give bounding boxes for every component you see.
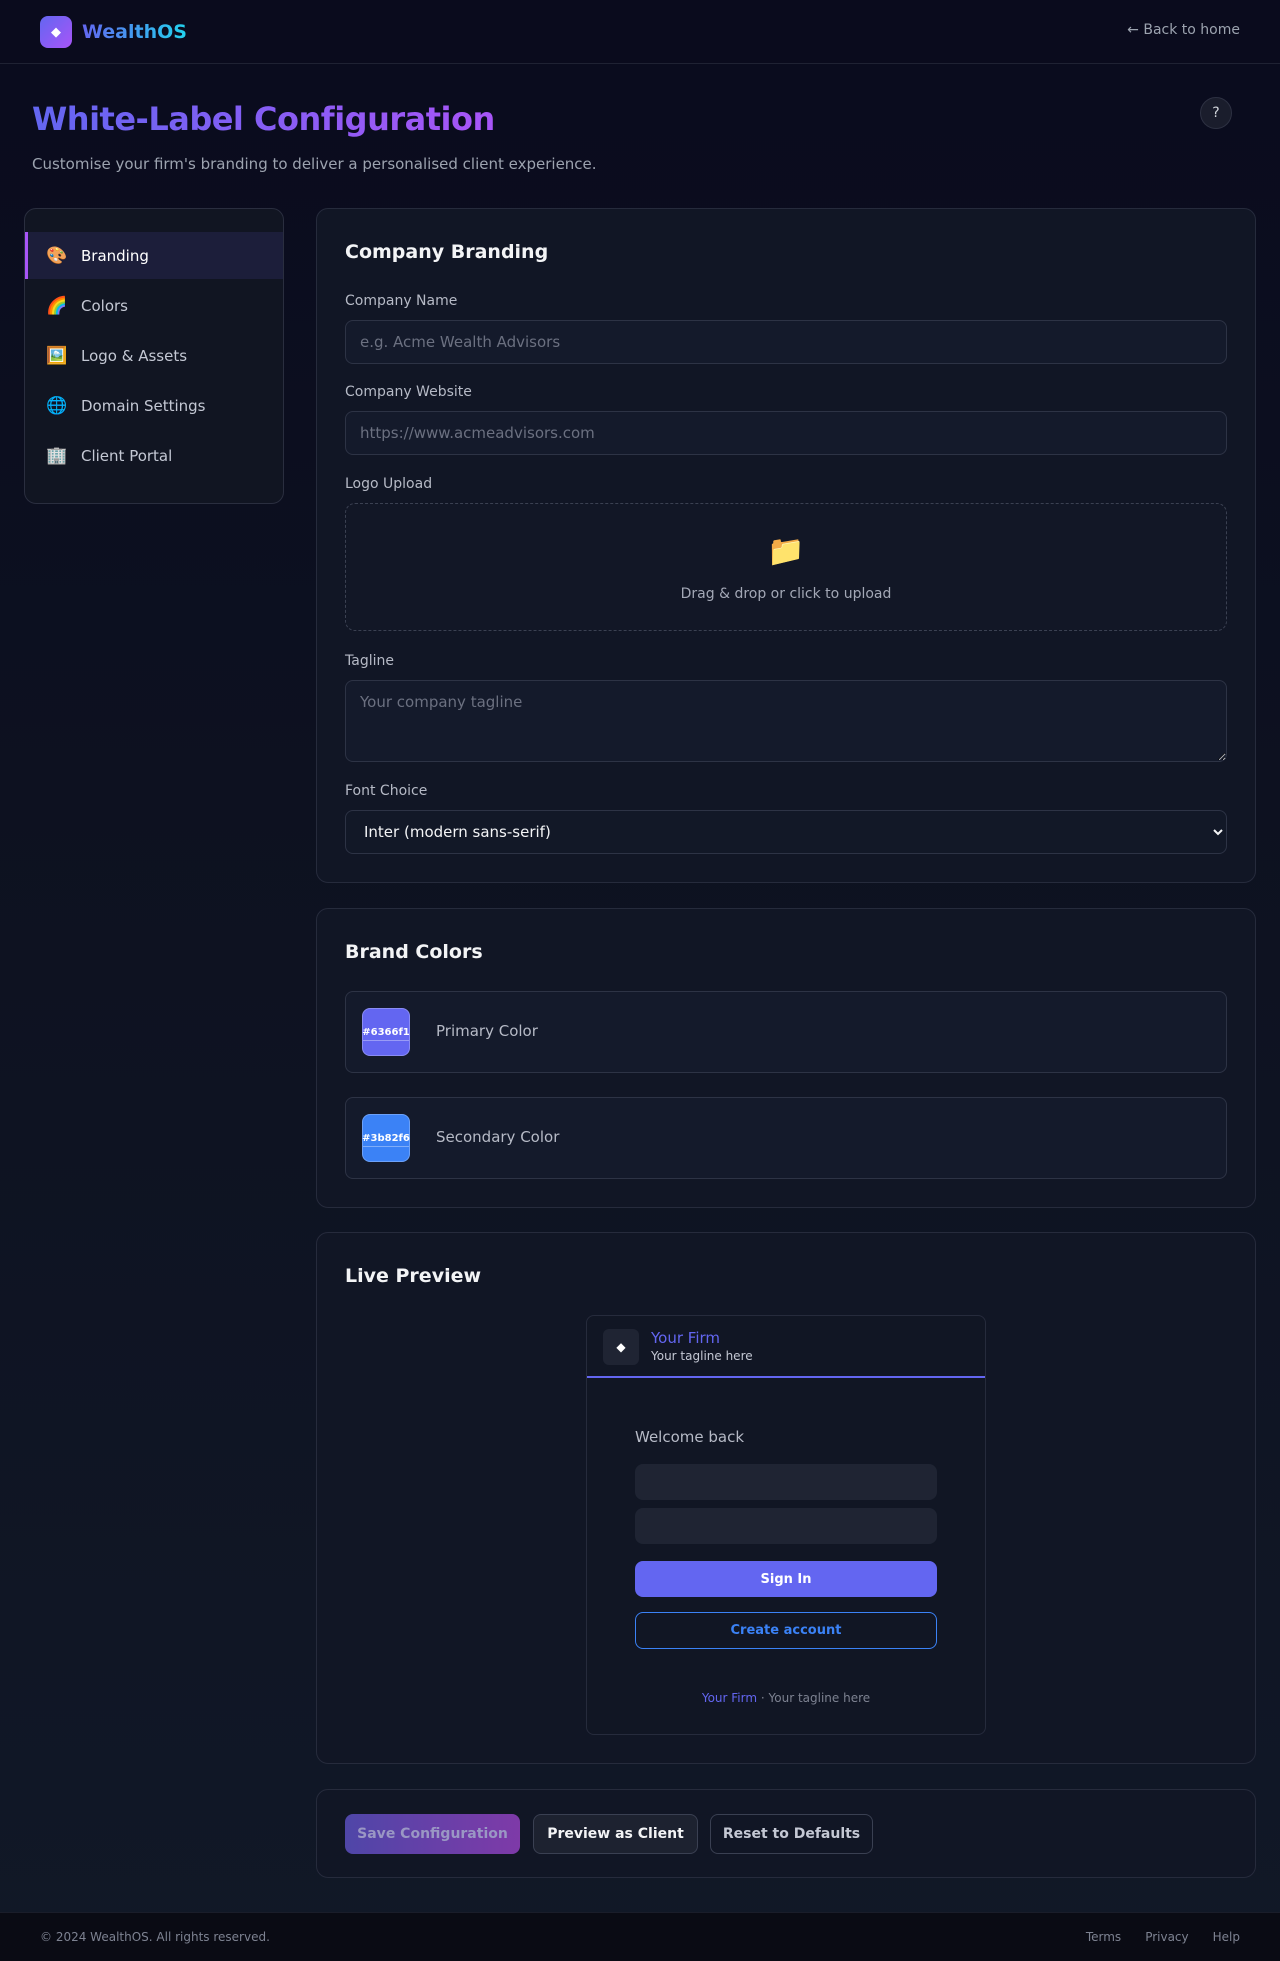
help-button[interactable]: ? <box>1200 97 1232 129</box>
preview-header: ◆ Your Firm Your tagline here <box>587 1316 985 1378</box>
preview-welcome-text: Welcome back <box>635 1428 745 1446</box>
preview-firm-name: Your Firm <box>651 1329 721 1347</box>
preview-create-account-button: Create account <box>635 1612 937 1649</box>
office-building-icon: 🏢 <box>46 445 68 466</box>
brand-colors-card: Brand Colors #6366f1 Primary Color #3b82… <box>316 908 1256 1208</box>
save-configuration-button[interactable]: Save Configuration <box>345 1814 520 1854</box>
preview-username-input <box>635 1464 937 1500</box>
preview-as-client-button[interactable]: Preview as Client <box>533 1814 698 1854</box>
sidebar-item-logo-assets[interactable]: 🖼️ Logo & Assets <box>25 332 283 379</box>
footer-link-help[interactable]: Help <box>1213 1930 1240 1944</box>
logo-dropzone[interactable]: 📁 Drag & drop or click to upload <box>345 503 1227 631</box>
primary-color-row: #6366f1 Primary Color <box>345 991 1227 1073</box>
preview-footer: Your Firm · Your tagline here <box>587 1691 985 1705</box>
rainbow-icon: 🌈 <box>46 295 68 316</box>
card-title: Company Branding <box>345 241 549 263</box>
page-title: White-Label Configuration <box>32 100 495 138</box>
footer-link-privacy[interactable]: Privacy <box>1145 1930 1188 1944</box>
diamond-logo-icon: ◆ <box>40 16 72 48</box>
secondary-color-label: Secondary Color <box>436 1128 560 1146</box>
actions-card: Save Configuration Preview as Client Res… <box>316 1789 1256 1878</box>
dropzone-text: Drag & drop or click to upload <box>680 586 892 602</box>
preview-sign-in-button: Sign In <box>635 1561 937 1597</box>
live-preview-card: Live Preview ◆ Your Firm Your tagline he… <box>316 1232 1256 1764</box>
client-portal-preview: ◆ Your Firm Your tagline here Welcome ba… <box>586 1315 986 1735</box>
primary-color-hex: #6366f1 <box>362 1026 410 1038</box>
copyright-text: © 2024 WealthOS. All rights reserved. <box>40 1930 270 1944</box>
sidebar-item-label: Branding <box>81 246 149 265</box>
preview-footer-tagline: Your tagline here <box>768 1691 871 1705</box>
sidebar-item-label: Logo & Assets <box>81 346 188 365</box>
tagline-textarea[interactable] <box>345 680 1227 762</box>
logo-upload-label: Logo Upload <box>345 476 433 492</box>
brand[interactable]: ◆ WealthOS <box>40 16 187 48</box>
company-website-label: Company Website <box>345 384 472 400</box>
tagline-label: Tagline <box>345 653 394 669</box>
back-to-home-link[interactable]: ← Back to home <box>1127 22 1240 38</box>
brand-name: WealthOS <box>82 21 187 43</box>
folder-icon: 📁 <box>767 534 805 569</box>
secondary-color-row: #3b82f6 Secondary Color <box>345 1097 1227 1179</box>
settings-sidebar: 🎨 Branding 🌈 Colors 🖼️ Logo & Assets 🌐 D… <box>24 208 284 504</box>
sidebar-item-client-portal[interactable]: 🏢 Client Portal <box>25 432 283 479</box>
company-name-label: Company Name <box>345 293 458 309</box>
secondary-color-swatch[interactable]: #3b82f6 <box>362 1114 410 1162</box>
company-branding-card: Company Branding Company Name Company We… <box>316 208 1256 883</box>
sidebar-item-label: Colors <box>81 296 128 315</box>
primary-color-label: Primary Color <box>436 1022 538 1040</box>
card-title: Live Preview <box>345 1265 482 1287</box>
font-choice-select[interactable]: Inter (modern sans-serif) <box>345 810 1227 854</box>
sidebar-item-domain-settings[interactable]: 🌐 Domain Settings <box>25 382 283 429</box>
sidebar-item-branding[interactable]: 🎨 Branding <box>25 232 283 279</box>
preview-password-input <box>635 1508 937 1544</box>
secondary-color-hex: #3b82f6 <box>362 1132 410 1144</box>
preview-tagline: Your tagline here <box>651 1349 753 1363</box>
company-name-input[interactable] <box>345 320 1227 364</box>
reset-to-defaults-button[interactable]: Reset to Defaults <box>710 1814 873 1854</box>
sidebar-item-label: Domain Settings <box>81 396 206 415</box>
preview-footer-firm: Your Firm <box>701 1691 758 1705</box>
footer-links: Terms Privacy Help <box>1086 1930 1240 1944</box>
page-footer: © 2024 WealthOS. All rights reserved. Te… <box>0 1912 1280 1961</box>
footer-link-terms[interactable]: Terms <box>1086 1930 1121 1944</box>
globe-icon: 🌐 <box>46 395 68 416</box>
preview-footer-separator: · <box>757 1691 769 1705</box>
primary-color-swatch[interactable]: #6366f1 <box>362 1008 410 1056</box>
picture-icon: 🖼️ <box>46 345 68 366</box>
sidebar-item-colors[interactable]: 🌈 Colors <box>25 282 283 329</box>
palette-icon: 🎨 <box>46 245 68 266</box>
company-website-input[interactable] <box>345 411 1227 455</box>
sidebar-item-label: Client Portal <box>81 446 173 465</box>
diamond-logo-icon: ◆ <box>603 1329 639 1365</box>
top-bar: ◆ WealthOS ← Back to home <box>0 0 1280 64</box>
font-choice-label: Font Choice <box>345 783 428 799</box>
page-subtitle: Customise your firm's branding to delive… <box>32 155 597 173</box>
card-title: Brand Colors <box>345 941 483 963</box>
